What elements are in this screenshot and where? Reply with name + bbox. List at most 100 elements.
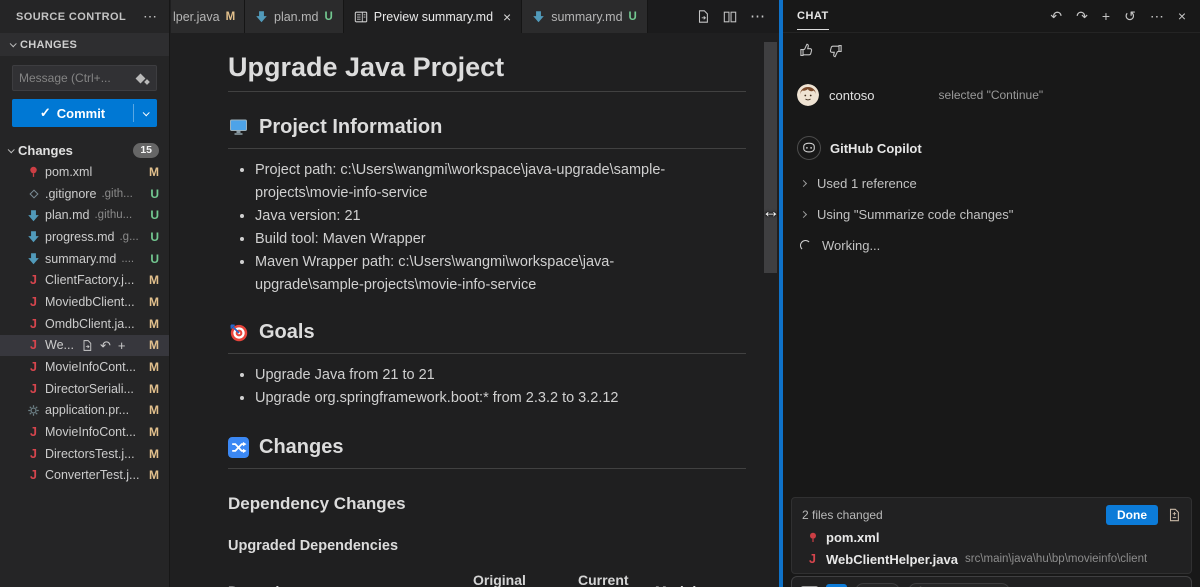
more-actions-icon[interactable]: ⋯	[1150, 9, 1164, 23]
file-row[interactable]: .gitignore .gith... U	[0, 183, 169, 205]
using-tool-expander[interactable]: Using "Summarize code changes"	[801, 207, 1186, 222]
spinner-icon	[800, 240, 811, 251]
chat-mode-button[interactable]	[826, 584, 847, 587]
doc-bullet: Build tool: Maven Wrapper	[255, 228, 698, 251]
redo-icon[interactable]: ↷	[1076, 9, 1088, 23]
user-action-text: selected "Continue"	[939, 88, 1044, 102]
check-icon: ✓	[40, 105, 51, 121]
close-icon[interactable]: ×	[1178, 9, 1186, 23]
tools-button[interactable]: 45	[855, 583, 900, 587]
status-badge: M	[149, 273, 159, 287]
java-icon: J	[27, 295, 40, 309]
status-badge: M	[149, 468, 159, 482]
working-status: Working...	[800, 238, 1186, 253]
table-column-current-version: Current Version	[578, 571, 650, 587]
status-badge: M	[149, 425, 159, 439]
chevron-down-icon	[8, 146, 15, 153]
file-row[interactable]: J MovieInfoCont... M	[0, 421, 169, 443]
changes-count-badge: 15	[133, 143, 159, 158]
assistant-message-row: GitHub Copilot	[797, 136, 1186, 160]
chat-header: CHAT ↶ ↷ + ↺ ⋯ ×	[783, 0, 1200, 33]
sidebar-title: SOURCE CONTROL	[16, 11, 126, 23]
file-row[interactable]: J DirectorsTest.j... M	[0, 443, 169, 465]
user-message-row: contoso selected "Continue"	[797, 84, 1186, 106]
status-badge: U	[150, 230, 159, 244]
section-heading-goals: Goals	[228, 319, 746, 354]
file-row[interactable]: summary.md .... U	[0, 248, 169, 270]
java-icon: J	[27, 317, 40, 331]
java-icon: J	[806, 552, 819, 566]
file-row[interactable]: J ClientFactory.j... M	[0, 269, 169, 291]
copilot-avatar-icon	[797, 136, 821, 160]
stage-changes-icon[interactable]: +	[118, 339, 126, 352]
changes-tree-label: Changes	[18, 143, 73, 158]
thumbs-down-icon[interactable]	[828, 43, 843, 58]
tab-webclienthelper-java[interactable]: lper.java M	[171, 0, 245, 33]
editor-scrollbar-thumb[interactable]	[764, 42, 777, 273]
close-icon[interactable]: ×	[503, 9, 511, 25]
generate-commit-message-icon[interactable]	[136, 71, 150, 85]
upgraded-dependencies-heading: Upgraded Dependencies	[228, 537, 759, 555]
dependency-changes-heading: Dependency Changes	[228, 493, 759, 515]
chat-input-box[interactable]: 45 Add Context...	[791, 576, 1192, 587]
commit-button[interactable]: ✓ Commit	[12, 99, 157, 127]
changed-file-row[interactable]: pom.xml	[802, 526, 1181, 548]
changes-section-label: CHANGES	[20, 39, 77, 51]
tab-plan-md[interactable]: plan.md U	[245, 0, 344, 33]
open-changes-icon[interactable]	[696, 9, 710, 24]
java-icon: J	[27, 382, 40, 396]
tab-summary-md[interactable]: summary.md U	[522, 0, 648, 33]
status-badge: M	[149, 295, 159, 309]
java-icon: J	[27, 425, 40, 439]
split-editor-icon[interactable]	[723, 10, 737, 24]
file-row[interactable]: J ConverterTest.j... M	[0, 465, 169, 487]
goals-list: Upgrade Java from 21 to 21 Upgrade org.s…	[228, 364, 698, 410]
gitignore-icon	[27, 188, 40, 200]
chat-tab[interactable]: CHAT	[797, 10, 829, 30]
doc-bullet: Upgrade org.springframework.boot:* from …	[255, 387, 698, 410]
file-row[interactable]: pom.xml M	[0, 161, 169, 183]
file-row[interactable]: plan.md .githu... U	[0, 204, 169, 226]
more-actions-icon[interactable]: ⋯	[143, 8, 157, 25]
commit-message-box	[12, 65, 157, 91]
file-row-selected[interactable]: J We... ↶ + M	[0, 335, 169, 357]
view-diff-icon[interactable]	[1167, 507, 1181, 523]
tab-preview-summary-md[interactable]: Preview summary.md ×	[344, 0, 522, 33]
xml-pin-icon	[27, 165, 40, 179]
file-row[interactable]: J OmdbClient.ja... M	[0, 313, 169, 335]
editor-tab-bar: lper.java M plan.md U Preview summary.md…	[171, 0, 779, 33]
used-references-expander[interactable]: Used 1 reference	[801, 176, 1186, 191]
file-row[interactable]: J MoviedbClient... M	[0, 291, 169, 313]
changes-tree-header[interactable]: Changes 15	[0, 139, 169, 161]
done-button[interactable]: Done	[1106, 505, 1158, 525]
doc-bullet: Java version: 21	[255, 205, 698, 228]
file-row[interactable]: progress.md .g... U	[0, 226, 169, 248]
file-row[interactable]: J MovieInfoCont... M	[0, 356, 169, 378]
file-row[interactable]: application.pr... M	[0, 400, 169, 422]
chevron-down-icon	[10, 40, 17, 47]
chevron-right-icon	[800, 211, 807, 218]
section-heading-changes: Changes	[228, 434, 746, 469]
file-row[interactable]: J DirectorSeriali... M	[0, 378, 169, 400]
new-chat-icon[interactable]: +	[1102, 9, 1110, 23]
history-icon[interactable]: ↺	[1124, 9, 1136, 23]
dependency-table-header: Dependency Original Version Current Vers…	[228, 571, 746, 587]
status-badge: M	[149, 317, 159, 331]
add-context-button[interactable]: Add Context...	[908, 583, 1010, 587]
open-file-icon[interactable]	[81, 339, 93, 352]
undo-icon[interactable]: ↶	[1050, 9, 1062, 23]
status-badge: M	[149, 360, 159, 374]
target-icon	[228, 322, 249, 343]
status-badge: U	[150, 208, 159, 222]
editor-group: lper.java M plan.md U Preview summary.md…	[171, 0, 779, 587]
changed-file-row[interactable]: J WebClientHelper.java src\main\java\hu\…	[802, 548, 1181, 570]
changes-section-header[interactable]: CHANGES	[0, 33, 169, 56]
more-actions-icon[interactable]: ⋯	[750, 9, 765, 24]
markdown-preview: Upgrade Java Project Project Information…	[171, 33, 759, 587]
status-badge: M	[149, 403, 159, 417]
discard-changes-icon[interactable]: ↶	[100, 339, 111, 352]
doc-bullet: Maven Wrapper path: c:\Users\wangmi\work…	[255, 251, 698, 297]
commit-dropdown-button[interactable]	[134, 99, 157, 127]
commit-message-input[interactable]	[19, 71, 136, 85]
thumbs-up-icon[interactable]	[799, 43, 814, 58]
